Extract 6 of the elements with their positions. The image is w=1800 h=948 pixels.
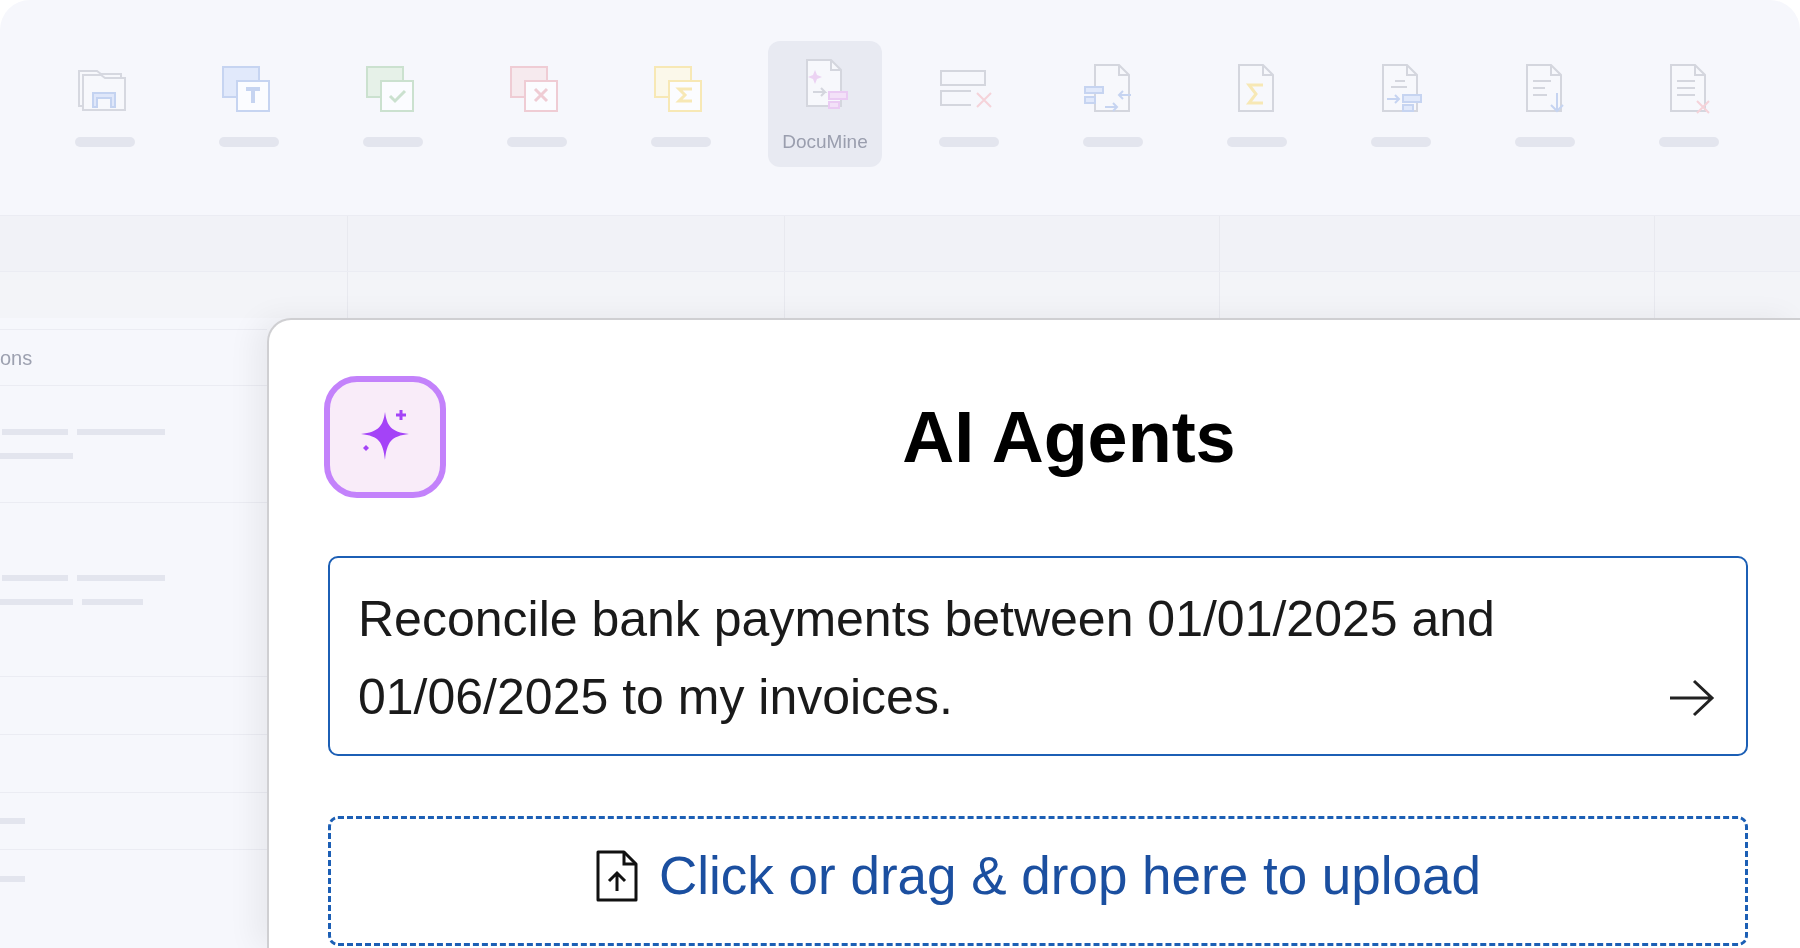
sparkle-icon (324, 376, 446, 498)
prompt-field[interactable]: Reconcile bank payments between 01/01/2025 and 01/06/2025 to my invoices. (328, 556, 1748, 756)
arrow-right-icon[interactable] (1668, 678, 1716, 718)
column-header: ons (0, 345, 33, 371)
file-upload-icon (595, 849, 639, 903)
upload-dropzone[interactable]: Click or drag & drop here to upload (328, 816, 1748, 946)
